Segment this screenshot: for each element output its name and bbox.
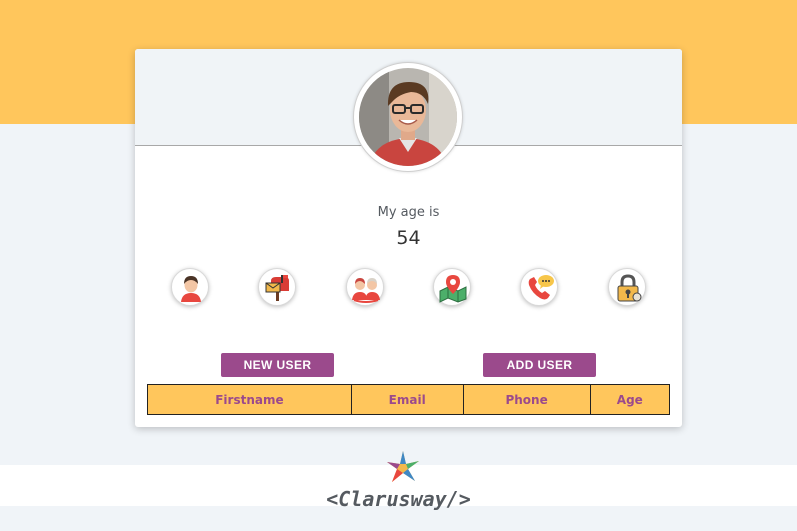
table-header-row: Firstname Email Phone Age (147, 384, 671, 415)
add-user-button[interactable]: ADD USER (483, 353, 596, 377)
lock-icon (617, 274, 642, 302)
location-info-button[interactable] (433, 268, 471, 306)
user-info-button[interactable] (171, 268, 209, 306)
password-info-button[interactable] (608, 268, 646, 306)
age-label: My age is (377, 205, 440, 220)
phone-info-button[interactable] (520, 268, 558, 306)
user-card: My age is 54 NEW USER ADD USER Firstname… (135, 49, 682, 427)
user-icon (177, 274, 205, 302)
column-age: Age (589, 384, 671, 415)
email-info-button[interactable] (258, 268, 296, 306)
mailbox-icon (265, 275, 289, 301)
couple-icon (352, 278, 380, 303)
map-location-icon (439, 275, 467, 303)
column-firstname: Firstname (147, 384, 352, 415)
avatar-photo (359, 68, 457, 166)
column-email: Email (350, 384, 464, 415)
users-table: Firstname Email Phone Age (147, 384, 671, 415)
clarusway-logo-icon (386, 450, 420, 489)
phone-icon (528, 275, 554, 300)
age-info-button[interactable] (346, 268, 384, 306)
age-value: 54 (396, 227, 421, 249)
column-phone: Phone (462, 384, 591, 415)
brand-text: <Clarusway/> (326, 487, 471, 511)
new-user-button[interactable]: NEW USER (221, 353, 334, 377)
user-avatar (353, 62, 463, 172)
